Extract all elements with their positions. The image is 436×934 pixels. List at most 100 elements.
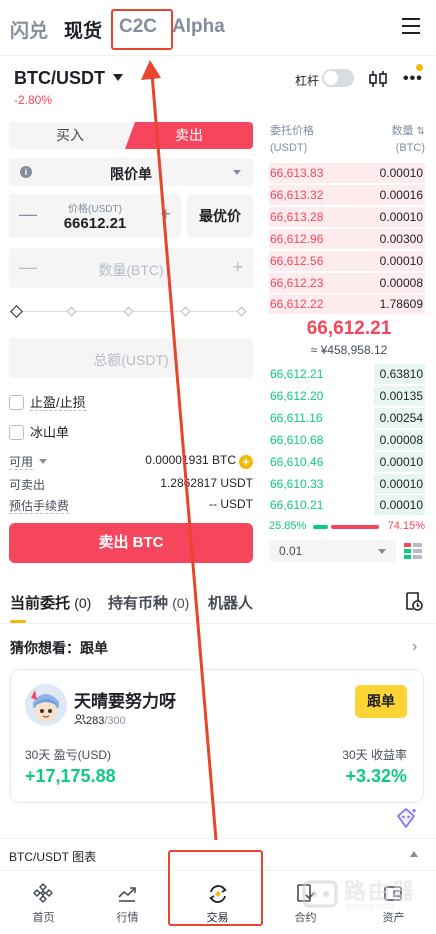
notification-dot (416, 64, 423, 71)
bid-price: 66,611.16 (270, 410, 323, 425)
ask-row[interactable]: 66,613.28 0.00010 (269, 206, 425, 228)
bid-qty: 0.00008 (379, 432, 423, 447)
ask-qty: 0.00010 (379, 209, 423, 224)
annotation-box-c2c (111, 9, 173, 50)
sell-ratio: 74.15% (387, 520, 425, 532)
available-label: 可用 (9, 455, 34, 470)
ask-qty: 0.00300 (379, 231, 423, 246)
chevron-down-icon (233, 170, 241, 175)
sell-btc-button[interactable]: 卖出 BTC (9, 523, 253, 563)
tab-convert[interactable]: 闪兑 (10, 16, 48, 43)
iceberg-checkbox[interactable]: 冰山单 (9, 422, 69, 441)
sell-tab[interactable]: 卖出 (125, 122, 253, 149)
ask-price: 66,612.96 (270, 231, 324, 246)
pl-value: +17,175.88 (25, 766, 116, 786)
tab-open-orders[interactable]: 当前委托 (0) (10, 592, 91, 613)
ask-row[interactable]: 66,612.22 1.78609 (269, 293, 425, 315)
tab-bots[interactable]: 机器人 (208, 592, 253, 613)
bid-price: 66,610.46 (270, 454, 324, 469)
people-icon (74, 714, 86, 725)
chart-bar-label: BTC/USDT 图表 (9, 850, 97, 864)
annotation-box-trade (168, 850, 263, 926)
candlestick-icon[interactable] (368, 70, 388, 88)
roi-value: +3.32% (345, 766, 407, 786)
tp-sl-checkbox[interactable]: 止盈/止损 (9, 392, 86, 411)
ask-row[interactable]: 66,613.32 0.00016 (269, 184, 425, 206)
slider-node-75[interactable] (180, 306, 191, 317)
price-input[interactable]: — 价格(USDT) 66612.21 + (9, 194, 181, 238)
tab-alpha[interactable]: Alpha (172, 16, 225, 38)
ask-row[interactable]: 66,612.23 0.00008 (269, 272, 425, 294)
tab-holdings[interactable]: 持有币种 (0) (108, 592, 189, 613)
chevron-down-icon[interactable] (39, 459, 48, 464)
total-placeholder: 总额(USDT) (93, 352, 169, 368)
ask-row[interactable]: 66,612.96 0.00300 (269, 228, 425, 250)
slider-node-0[interactable] (10, 305, 23, 318)
bid-price: 66,612.20 (270, 388, 324, 403)
bid-row[interactable]: 66,612.20 0.00135 (269, 385, 425, 407)
best-price-button[interactable]: 最优价 (187, 194, 253, 238)
last-price[interactable]: 66,612.21 (269, 318, 429, 340)
order-history-icon[interactable] (404, 592, 423, 611)
slider-node-25[interactable] (66, 306, 77, 317)
percent-slider[interactable] (10, 305, 248, 318)
ask-qty: 0.00016 (379, 187, 423, 202)
ask-price: 66,613.28 (270, 209, 324, 224)
bid-qty: 0.00010 (379, 454, 423, 469)
nav-home[interactable]: 首页 (0, 871, 87, 934)
bid-qty: 0.00010 (379, 498, 423, 513)
active-tab-indicator (10, 620, 26, 623)
leverage-toggle[interactable] (322, 69, 354, 87)
slider-node-100[interactable] (236, 306, 247, 317)
caret-down-icon[interactable] (113, 74, 123, 81)
price-increment-button[interactable]: + (160, 204, 171, 225)
fee-label: 预估手续费 (9, 499, 70, 514)
depth-step-select[interactable]: 0.01 (269, 540, 396, 562)
router-logo-icon (302, 880, 338, 908)
bid-row[interactable]: 66,610.46 0.00010 (269, 451, 425, 473)
bid-qty: 0.00010 (379, 476, 423, 491)
quantity-input[interactable]: — 数量(BTC) + (9, 248, 253, 288)
bid-row[interactable]: 66,611.16 0.00254 (269, 407, 425, 429)
ask-price: 66,613.32 (270, 187, 324, 202)
total-input[interactable]: 总额(USDT) (9, 338, 253, 378)
trader-name: 天晴要努力呀 (74, 692, 176, 711)
fee-value: -- USDT (209, 497, 253, 511)
ask-row[interactable]: 66,613.83 0.00010 (269, 162, 425, 184)
chevron-down-icon (378, 549, 386, 554)
sellable-label: 可卖出 (9, 478, 46, 492)
buy-ratio: 25.85% (269, 520, 307, 532)
nav-markets[interactable]: 行情 (84, 871, 171, 934)
fee-row: 预估手续费 -- USDT (9, 497, 253, 514)
price-value[interactable]: 66612.21 (9, 215, 181, 232)
pl-label: 30天 盈亏(USD) (25, 748, 112, 762)
tab-spot[interactable]: 现货 (64, 16, 102, 43)
available-row: 可用 0.00001931 BTC + (9, 453, 253, 470)
orderbook-layout-icon[interactable] (404, 543, 422, 559)
qty-placeholder: 数量(BTC) (98, 262, 164, 278)
bid-row[interactable]: 66,612.21 0.63810 (269, 363, 425, 385)
buy-tab[interactable]: 买入 (9, 122, 131, 149)
copy-trade-button[interactable]: 跟单 (355, 685, 407, 718)
more-icon[interactable]: ••• (403, 71, 423, 87)
chevron-up-icon[interactable] (410, 851, 418, 857)
chevron-right-icon[interactable]: › (412, 638, 417, 656)
qty-increment-button[interactable]: + (232, 257, 243, 278)
menu-icon[interactable] (402, 18, 420, 34)
trader-card[interactable]: 天晴要努力呀 283/300 跟单 30天 盈亏(USD) +17,175.88… (10, 669, 424, 803)
ask-row[interactable]: 66,612.56 0.00010 (269, 250, 425, 272)
bid-row[interactable]: 66,610.33 0.00010 (269, 473, 425, 495)
buy-sell-switch: 买入 卖出 (9, 122, 253, 149)
leverage-label: 杠杆 (295, 74, 320, 88)
bid-row[interactable]: 66,610.21 0.00010 (269, 494, 425, 516)
bid-qty: 0.00254 (379, 410, 423, 425)
order-type-select[interactable]: i 限价单 (9, 158, 253, 186)
ai-assistant-icon[interactable] (394, 806, 418, 830)
ask-qty: 1.78609 (379, 297, 423, 312)
pair-selector[interactable]: BTC/USDT (14, 68, 105, 89)
trader-avatar (25, 684, 67, 726)
add-funds-icon[interactable]: + (239, 455, 253, 469)
slider-node-50[interactable] (123, 306, 134, 317)
bid-row[interactable]: 66,610.68 0.00008 (269, 429, 425, 451)
top-tab-bar: 闪兑 现货 C2C Alpha (0, 0, 436, 56)
